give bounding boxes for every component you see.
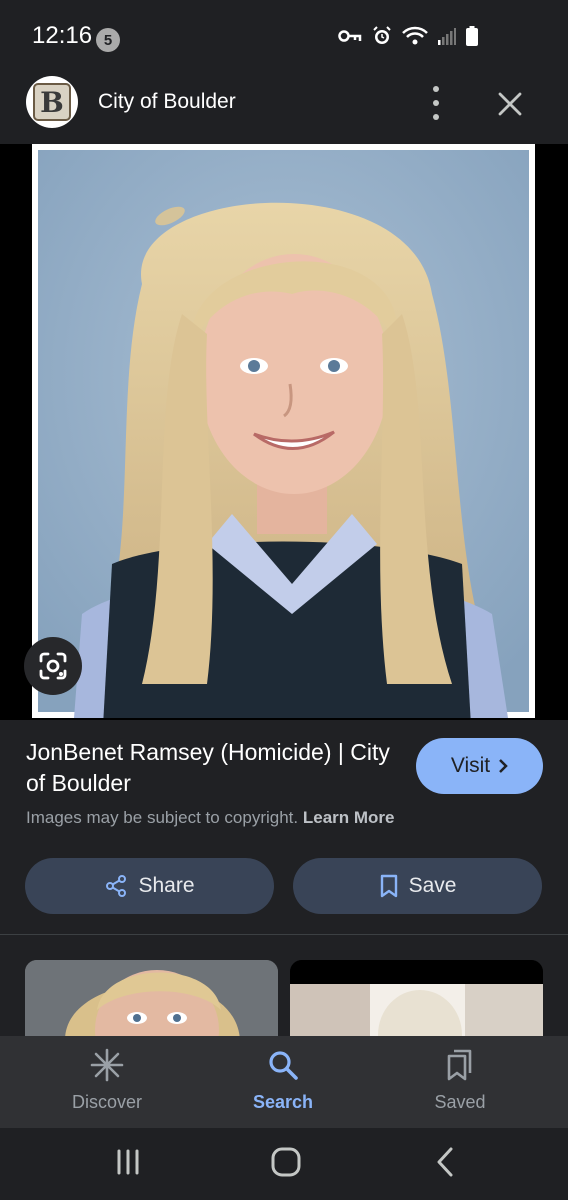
image-stage (0, 144, 568, 720)
bookmark-stack-icon (447, 1049, 472, 1081)
wifi-icon (402, 26, 428, 45)
back-button[interactable] (434, 1146, 456, 1178)
nav-saved[interactable]: Saved (390, 1048, 530, 1113)
share-icon (106, 875, 127, 897)
related-image[interactable] (290, 960, 543, 1040)
status-time: 12:16 (32, 22, 93, 49)
bookmark-icon (380, 874, 397, 898)
site-name[interactable]: City of Boulder (98, 90, 236, 114)
copyright-notice: Images may be subject to copyright. Lear… (26, 808, 395, 828)
close-icon (498, 92, 522, 116)
nav-discover-label: Discover (71, 1092, 142, 1112)
nav-saved-label: Saved (434, 1092, 486, 1112)
asterisk-icon (90, 1048, 124, 1082)
save-label: Save (408, 874, 457, 897)
learn-more-link[interactable]: Learn More (303, 808, 395, 827)
alarm-icon (373, 26, 391, 44)
status-icons (338, 26, 478, 46)
nav-search[interactable]: Search (213, 1048, 353, 1113)
result-image[interactable] (32, 144, 535, 718)
site-logo[interactable]: B (26, 76, 78, 128)
home-button[interactable] (270, 1146, 302, 1178)
more-options-button[interactable] (422, 86, 450, 120)
search-icon (269, 1051, 298, 1080)
status-bar: 12:16 5 (0, 0, 568, 66)
recent-apps-button[interactable] (114, 1148, 142, 1176)
result-title[interactable]: JonBenet Ramsey (Homicide) | City of Bou… (26, 737, 396, 799)
close-button[interactable] (494, 88, 526, 120)
boulder-logo-icon: B (33, 83, 71, 121)
bottom-navigation: Discover Search Saved (0, 1036, 568, 1128)
image-viewer-header: B City of Boulder (0, 66, 568, 144)
system-navigation-bar (0, 1128, 568, 1200)
visit-button[interactable]: Visit (416, 738, 543, 794)
google-lens-button[interactable] (24, 637, 82, 695)
signal-icon (438, 28, 456, 45)
nav-discover[interactable]: Discover (37, 1048, 177, 1113)
share-button[interactable]: Share (25, 858, 274, 914)
divider (0, 934, 568, 935)
chevron-right-icon (499, 759, 508, 773)
lens-icon (39, 652, 67, 680)
svg-text:B: B (40, 86, 64, 119)
visit-label: Visit (450, 754, 491, 777)
save-button[interactable]: Save (293, 858, 542, 914)
notification-count-badge: 5 (96, 28, 120, 52)
copyright-text: Images may be subject to copyright. (26, 808, 299, 827)
nav-search-label: Search (252, 1092, 314, 1112)
vpn-key-icon (338, 30, 362, 42)
battery-icon (466, 26, 478, 46)
related-image[interactable] (25, 960, 278, 1040)
share-label: Share (138, 874, 195, 897)
